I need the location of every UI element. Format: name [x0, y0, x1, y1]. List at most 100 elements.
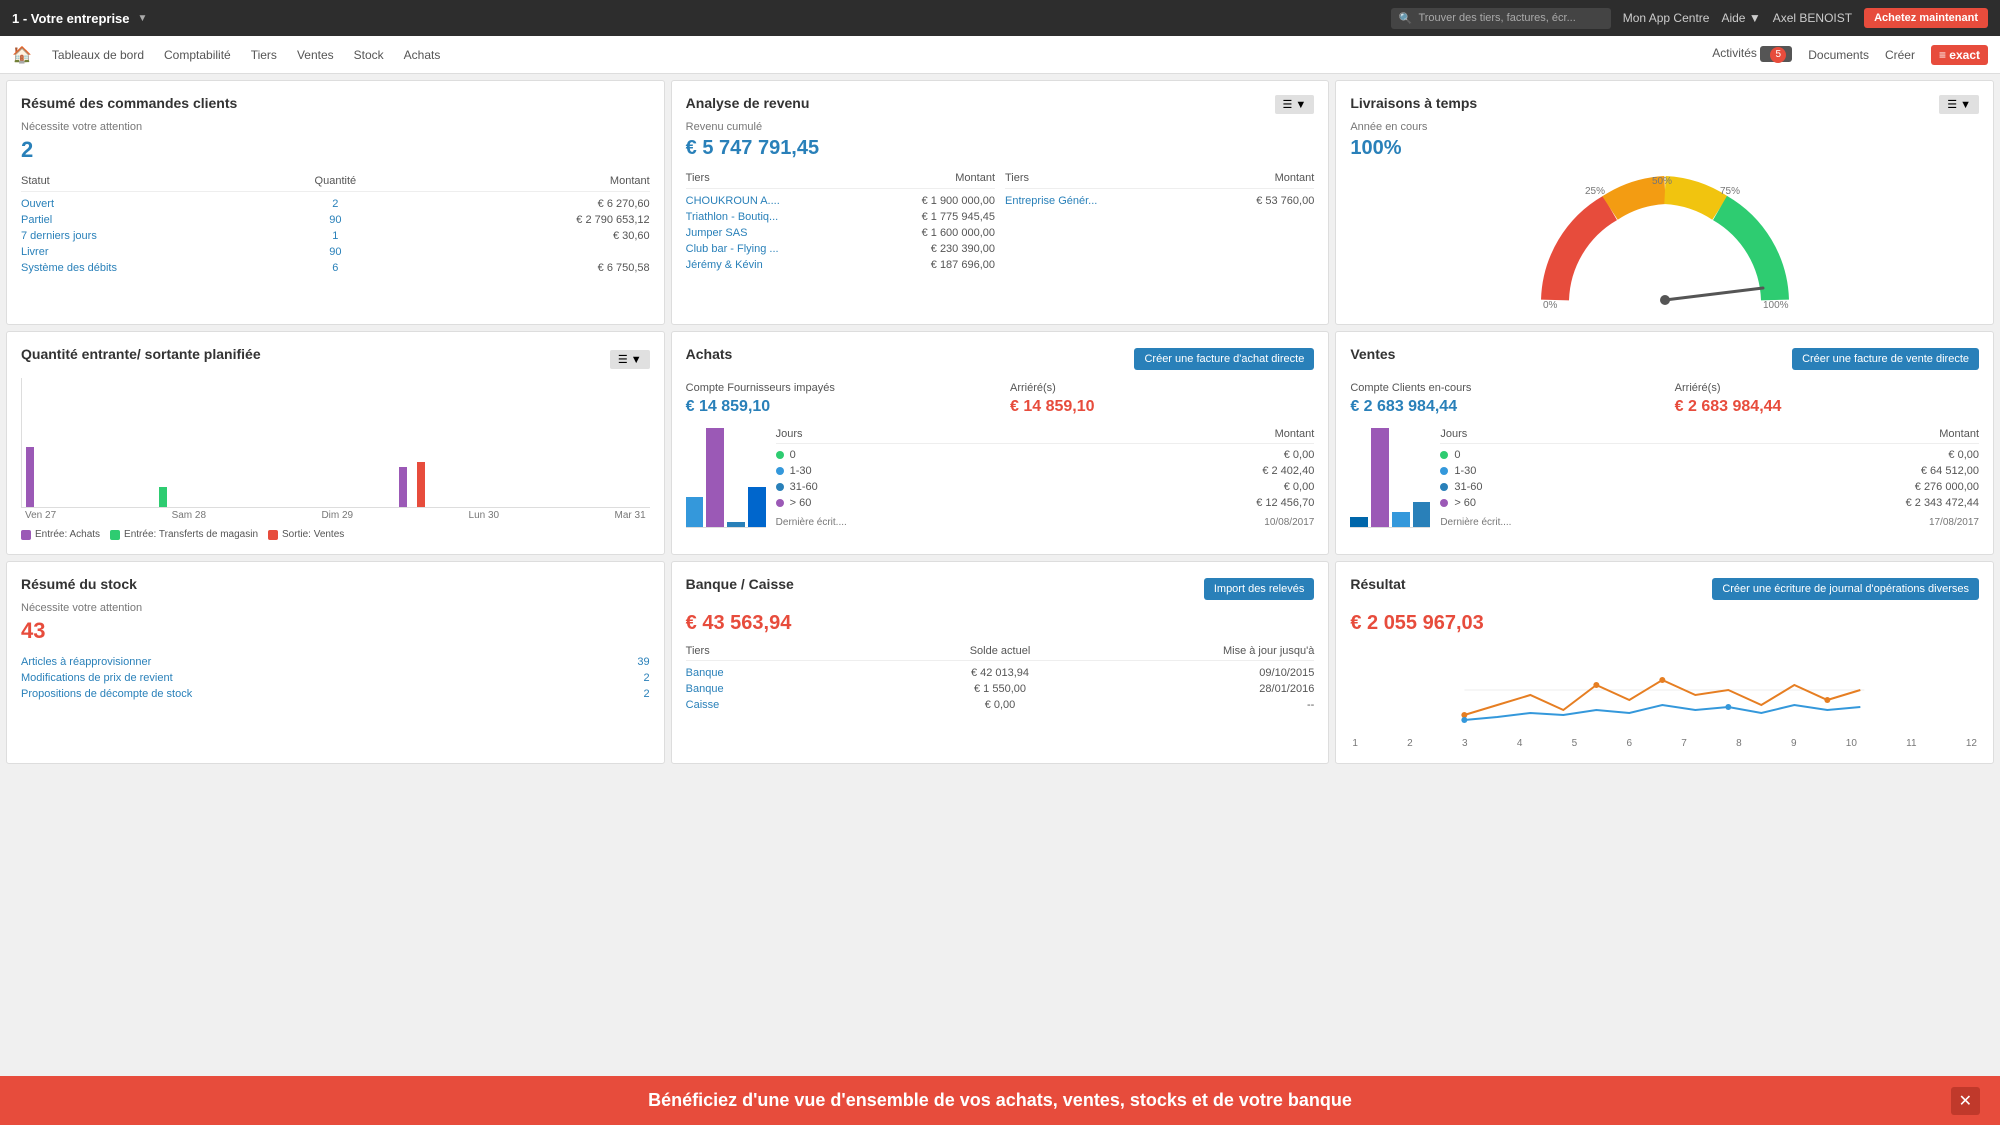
year-label: Année en cours	[1350, 121, 1979, 133]
revenue-amount: € 5 747 791,45	[686, 137, 1315, 160]
activities-badge: 5	[1760, 46, 1792, 62]
nav-ventes[interactable]: Ventes	[297, 48, 334, 62]
nav-tiers[interactable]: Tiers	[251, 48, 277, 62]
stock-row-2: Propositions de décompte de stock 2	[21, 686, 650, 702]
revenue-label: Revenu cumulé	[686, 121, 1315, 133]
achats-row-0: 0 € 0,00	[776, 447, 1315, 463]
achats-compte-label: Compte Fournisseurs impayés	[686, 382, 990, 394]
commandes-row-3: Livrer 90	[21, 244, 650, 260]
quantite-chart	[21, 378, 650, 508]
livraisons-menu-btn[interactable]: ☰ ▼	[1939, 95, 1979, 114]
livraisons-title: Livraisons à temps	[1350, 95, 1979, 111]
documents-link[interactable]: Documents	[1808, 48, 1869, 62]
rev-row-0: CHOUKROUN A.... € 1 900 000,00	[686, 193, 995, 209]
banque-row-1: Banque € 1 550,00 28/01/2016	[686, 681, 1315, 697]
exact-logo: ≡ exact	[1931, 45, 1988, 65]
analyse-title: Analyse de revenu	[686, 95, 1315, 111]
card-stock: Résumé du stock Nécessite votre attentio…	[6, 561, 665, 764]
nav-stock[interactable]: Stock	[354, 48, 384, 62]
revenue-col-right: Tiers Montant Entreprise Génér... € 53 7…	[1005, 172, 1314, 273]
overlay-close-btn[interactable]: ✕	[1951, 1087, 1980, 1115]
banque-table-header: Tiers Solde actuel Mise à jour jusqu'à	[686, 645, 1315, 661]
stock-attention-label: Nécessite votre attention	[21, 602, 650, 614]
card-ventes: Ventes Créer une facture de vente direct…	[1335, 331, 1994, 555]
company-name: 1 - Votre entreprise	[12, 11, 130, 26]
quantite-x-labels: Ven 27 Sam 28 Dim 29 Lun 30 Mar 31	[21, 510, 650, 521]
ventes-row-1: 1-30 € 64 512,00	[1440, 463, 1979, 479]
commandes-table-header: Statut Quantité Montant	[21, 175, 650, 192]
revenue-col-left: Tiers Montant CHOUKROUN A.... € 1 900 00…	[686, 172, 995, 273]
nav-comptabilite[interactable]: Comptabilité	[164, 48, 231, 62]
achats-compte-col: Compte Fournisseurs impayés € 14 859,10	[686, 382, 990, 416]
achats-row-3: > 60 € 12 456,70	[776, 495, 1315, 511]
stock-big-number[interactable]: 43	[21, 618, 650, 644]
home-icon[interactable]: 🏠	[12, 45, 32, 65]
app-centre-link[interactable]: Mon App Centre	[1623, 11, 1710, 25]
achats-detail: Jours Montant 0 € 0,00 1-30 € 2 402,40 3…	[686, 428, 1315, 528]
rev-row-right-0: Entreprise Génér... € 53 760,00	[1005, 193, 1314, 209]
dashboard-grid-row2: Quantité entrante/ sortante planifiée ☰ …	[0, 331, 2000, 561]
nav-left: 🏠 Tableaux de bord Comptabilité Tiers Ve…	[12, 45, 440, 65]
ventes-arriere-amount: € 2 683 984,44	[1675, 398, 1979, 416]
caret-icon: ▼	[138, 13, 148, 24]
user-name: Axel BENOIST	[1773, 11, 1852, 25]
search-placeholder: Trouver des tiers, factures, écr...	[1418, 12, 1575, 24]
creer-link[interactable]: Créer	[1885, 48, 1915, 62]
rev-row-2: Jumper SAS € 1 600 000,00	[686, 225, 995, 241]
aide-link[interactable]: Aide ▼	[1721, 11, 1760, 25]
resultat-create-btn[interactable]: Créer une écriture de journal d'opératio…	[1712, 578, 1979, 600]
commandes-big-number[interactable]: 2	[21, 137, 650, 163]
analyse-menu-btn[interactable]: ☰ ▼	[1275, 95, 1315, 114]
achats-create-btn[interactable]: Créer une facture d'achat directe	[1134, 348, 1314, 370]
svg-text:0%: 0%	[1543, 300, 1558, 310]
card-livraisons: Livraisons à temps ☰ ▼ Année en cours 10…	[1335, 80, 1994, 325]
nav-achats[interactable]: Achats	[404, 48, 441, 62]
banque-row-0: Banque € 42 013,94 09/10/2015	[686, 665, 1315, 681]
ventes-compte-label: Compte Clients en-cours	[1350, 382, 1654, 394]
company-selector[interactable]: 1 - Votre entreprise ▼	[12, 11, 147, 26]
ventes-compte-amount: € 2 683 984,44	[1350, 398, 1654, 416]
achats-arriere-col: Arriéré(s) € 14 859,10	[1010, 382, 1314, 416]
achats-compte-amount: € 14 859,10	[686, 398, 990, 416]
stock-row-0: Articles à réapprovisionner 39	[21, 654, 650, 670]
quantite-legend: Entrée: Achats Entrée: Transferts de mag…	[21, 529, 650, 540]
ventes-create-btn[interactable]: Créer une facture de vente directe	[1792, 348, 1979, 370]
nav-right: Activités 5 Documents Créer ≡ exact	[1712, 45, 1988, 65]
achats-table: Jours Montant 0 € 0,00 1-30 € 2 402,40 3…	[776, 428, 1315, 528]
activites-link[interactable]: Activités 5	[1712, 46, 1792, 63]
top-bar-right: 🔍 Trouver des tiers, factures, écr... Mo…	[1391, 8, 1988, 29]
overlay-banner: Bénéficiez d'une vue d'ensemble de vos a…	[0, 1076, 2000, 1125]
ventes-amounts: Compte Clients en-cours € 2 683 984,44 A…	[1350, 382, 1979, 416]
revenue-table: Tiers Montant CHOUKROUN A.... € 1 900 00…	[686, 172, 1315, 273]
svg-text:75%: 75%	[1720, 186, 1740, 197]
card-achats: Achats Créer une facture d'achat directe…	[671, 331, 1330, 555]
banque-import-btn[interactable]: Import des relevés	[1204, 578, 1314, 600]
ventes-mini-chart	[1350, 428, 1430, 528]
achats-header: Achats Créer une facture d'achat directe	[686, 346, 1315, 372]
svg-text:100%: 100%	[1763, 300, 1789, 310]
achats-amounts: Compte Fournisseurs impayés € 14 859,10 …	[686, 382, 1315, 416]
stock-title: Résumé du stock	[21, 576, 650, 592]
ventes-row-0: 0 € 0,00	[1440, 447, 1979, 463]
achats-arriere-amount: € 14 859,10	[1010, 398, 1314, 416]
resultat-header: Résultat Créer une écriture de journal d…	[1350, 576, 1979, 602]
percent-big: 100%	[1350, 137, 1979, 160]
card-analyse: Analyse de revenu ☰ ▼ Revenu cumulé € 5 …	[671, 80, 1330, 325]
commandes-row-4: Système des débits 6 € 6 750,58	[21, 260, 650, 276]
bar-ven27-entree-achats	[26, 447, 34, 507]
search-bar[interactable]: 🔍 Trouver des tiers, factures, écr...	[1391, 8, 1611, 29]
banner-text: Bénéficiez d'une vue d'ensemble de vos a…	[648, 1090, 1352, 1111]
card-quantite: Quantité entrante/ sortante planifiée ☰ …	[6, 331, 665, 555]
resultat-x-labels: 1 2 3 4 5 6 7 8 9 10 11 12	[1350, 738, 1979, 749]
buy-now-button[interactable]: Achetez maintenant	[1864, 8, 1988, 28]
ventes-row-2: 31-60 € 276 000,00	[1440, 479, 1979, 495]
quantite-menu-btn[interactable]: ☰ ▼	[610, 350, 650, 369]
quantite-title: Quantité entrante/ sortante planifiée	[21, 346, 261, 362]
commandes-row-0: Ouvert 2 € 6 270,60	[21, 196, 650, 212]
banque-header: Banque / Caisse Import des relevés	[686, 576, 1315, 602]
ventes-table: Jours Montant 0 € 0,00 1-30 € 64 512,00 …	[1440, 428, 1979, 528]
rev-row-1: Triathlon - Boutiq... € 1 775 945,45	[686, 209, 995, 225]
card-resultat: Résultat Créer une écriture de journal d…	[1335, 561, 1994, 764]
ventes-last-row: Dernière écrit.... 17/08/2017	[1440, 517, 1979, 528]
nav-tableaux[interactable]: Tableaux de bord	[52, 48, 144, 62]
